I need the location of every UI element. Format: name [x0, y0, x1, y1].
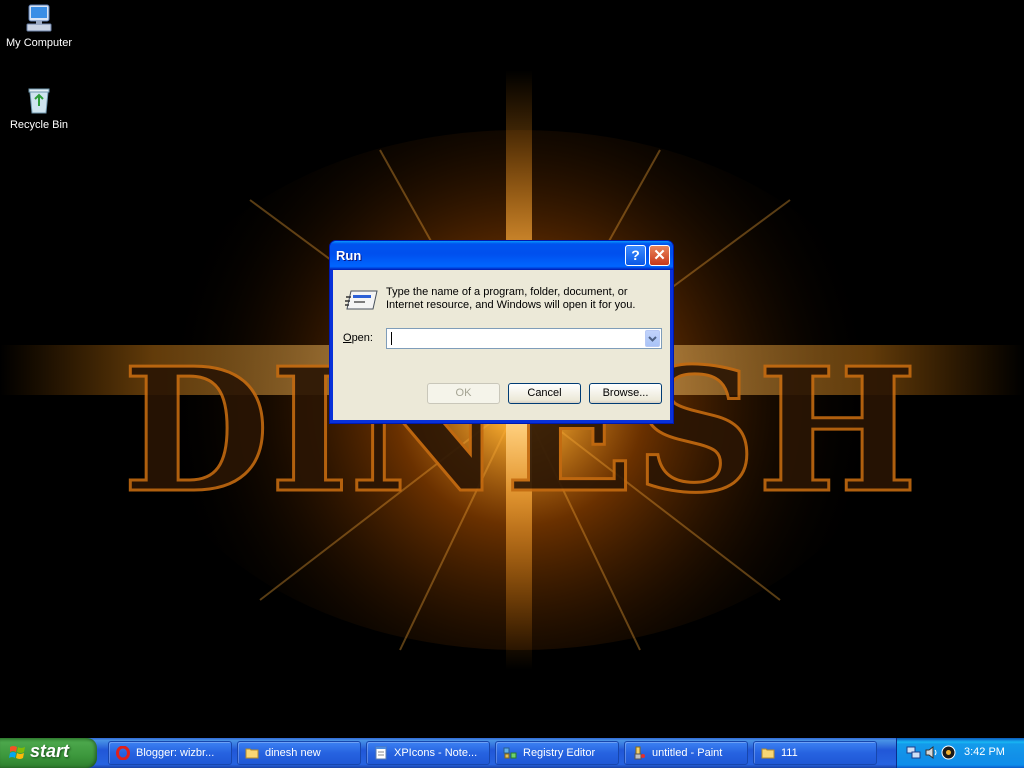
taskbar-item-label: XPIcons - Note... [394, 747, 478, 759]
browse-button[interactable]: Browse... [589, 383, 662, 404]
paint-icon [634, 746, 645, 760]
run-dialog-body: Type the name of a program, folder, docu… [333, 270, 670, 420]
notepad-icon [375, 746, 387, 760]
cancel-button[interactable]: Cancel [508, 383, 581, 404]
open-label-accelerator: O [343, 332, 352, 344]
open-input[interactable] [387, 329, 645, 348]
open-label: Open: [343, 332, 373, 344]
desktop-icon-label: My Computer [5, 37, 73, 49]
dropdown-button[interactable] [645, 330, 660, 347]
desktop-icon-recycle-bin[interactable]: Recycle Bin [1, 84, 77, 131]
taskbar-item-registry-editor[interactable]: Registry Editor [495, 741, 619, 765]
opera-icon [116, 746, 130, 760]
desktop-icon-label: Recycle Bin [9, 119, 69, 131]
folder-icon [761, 748, 775, 759]
help-button[interactable]: ? [625, 245, 646, 266]
taskbar-item-111[interactable]: 111 [753, 741, 877, 765]
taskbar-item-label: Registry Editor [523, 747, 596, 759]
my-computer-icon [26, 4, 52, 32]
start-label: start [30, 741, 70, 761]
run-program-icon [345, 290, 378, 310]
taskbar-item-xpicons-notepad[interactable]: XPIcons - Note... [366, 741, 490, 765]
desktop-icon-my-computer[interactable]: My Computer [1, 2, 77, 49]
taskbar-item-label: untitled - Paint [652, 747, 723, 759]
regedit-icon [503, 747, 517, 759]
chevron-down-icon [648, 336, 657, 342]
taskbar-item-blogger[interactable]: Blogger: wizbr... [108, 741, 232, 765]
run-dialog: Run ? ✕ Type the name of a program, fold… [329, 240, 674, 424]
taskbar: start Blogger: wizbr... dinesh new XPIco… [0, 738, 1024, 768]
close-button[interactable]: ✕ [649, 245, 670, 266]
taskbar-item-dinesh-new[interactable]: dinesh new [237, 741, 361, 765]
dialog-title: Run [336, 248, 362, 263]
taskbar-item-label: Blogger: wizbr... [136, 747, 215, 759]
folder-icon [245, 748, 259, 759]
help-icon: ? [631, 247, 640, 263]
open-combobox[interactable] [386, 328, 662, 349]
start-button[interactable]: start [0, 738, 97, 768]
recycle-bin-icon [28, 88, 50, 114]
media-player-icon[interactable] [941, 745, 956, 760]
taskbar-item-paint[interactable]: untitled - Paint [624, 741, 748, 765]
taskbar-item-label: 111 [781, 747, 798, 759]
windows-logo-icon [9, 746, 25, 759]
run-description: Type the name of a program, folder, docu… [386, 286, 636, 311]
clock[interactable]: 3:42 PM [964, 746, 1005, 758]
text-caret [391, 332, 392, 345]
open-label-text: pen: [351, 332, 373, 344]
close-icon: ✕ [653, 247, 666, 264]
ok-button[interactable]: OK [427, 383, 500, 404]
taskbar-item-label: dinesh new [265, 747, 321, 759]
run-dialog-titlebar[interactable]: Run ? ✕ [330, 241, 673, 270]
volume-icon[interactable] [924, 745, 939, 760]
network-icon[interactable] [906, 745, 921, 760]
system-tray: 3:42 PM [896, 738, 1024, 768]
